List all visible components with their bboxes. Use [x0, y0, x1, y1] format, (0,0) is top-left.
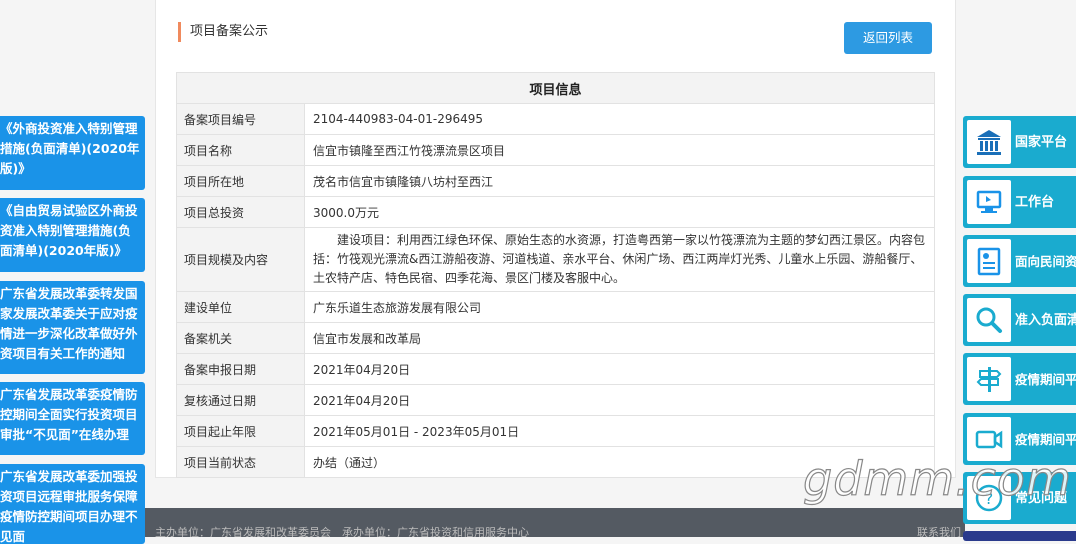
back-to-list-button[interactable]: 返回列表 — [844, 22, 932, 54]
row-label: 项目当前状态 — [176, 446, 305, 478]
right-nav-label: 准入负面清单查询 — [1015, 312, 1076, 328]
watermark: gdmm.com — [802, 451, 1072, 506]
right-nav-operation-guide[interactable]: 疫情期间平台操作指南 — [963, 353, 1076, 405]
signpost-icon — [967, 357, 1011, 401]
row-value: 2021年04月20日 — [304, 353, 935, 385]
table-row: 项目起止年限 2021年05月01日 - 2023年05月01日 — [176, 415, 935, 447]
table-row: 备案项目编号 2104-440983-04-01-296495 — [176, 103, 935, 135]
table-row: 项目所在地 茂名市信宜市镇隆镇八坊村至西江 — [176, 165, 935, 197]
row-value: 2021年04月20日 — [304, 384, 935, 416]
right-nav-more[interactable] — [963, 531, 1076, 541]
row-label: 建设单位 — [176, 291, 305, 323]
footer-links[interactable]: 主办单位：广东省发展和改革委员会 承办单位：广东省投资和信用服务中心 — [155, 526, 529, 537]
row-value: 2021年05月01日 - 2023年05月01日 — [304, 415, 935, 447]
contact-us-link[interactable]: 联系我们 — [917, 508, 961, 537]
right-nav-negative-list-query[interactable]: 准入负面清单查询 — [963, 294, 1076, 346]
row-label: 项目所在地 — [176, 165, 305, 197]
table-row: 项目名称 信宜市镇隆至西江竹筏漂流景区项目 — [176, 134, 935, 166]
magnifier-icon — [967, 298, 1011, 342]
table-row: 项目规模及内容 建设项目：利用西江绿色环保、原始生态的水资源，打造粤西第一家以竹… — [176, 227, 935, 292]
footer: 主办单位：广东省发展和改革委员会 承办单位：广东省投资和信用服务中心 联系我们 — [145, 508, 965, 537]
row-value: 广东乐道生态旅游发展有限公司 — [304, 291, 935, 323]
row-value: 茂名市信宜市镇隆镇八坊村至西江 — [304, 165, 935, 197]
row-value: 3000.0万元 — [304, 196, 935, 228]
right-nav-label: 工作台 — [1015, 194, 1055, 210]
row-label: 项目起止年限 — [176, 415, 305, 447]
row-value: 信宜市发展和改革局 — [304, 322, 935, 354]
left-link-epidemic-reform-notice[interactable]: 广东省发展改革委转发国家发展改革委关于应对疫情进一步深化改革做好外资项目有关工作… — [0, 281, 145, 374]
row-value: 建设项目：利用西江绿色环保、原始生态的水资源，打造粤西第一家以竹筏漂流为主题的梦… — [304, 227, 935, 292]
row-label: 备案申报日期 — [176, 353, 305, 385]
project-detail-panel: 项目备案公示 返回列表 项目信息 备案项目编号 2104-440983-04-0… — [155, 0, 956, 478]
computer-icon — [967, 180, 1011, 224]
right-nav-private-capital-projects[interactable]: 面向民间资本推介项目 — [963, 235, 1076, 287]
table-row: 备案机关 信宜市发展和改革局 — [176, 322, 935, 354]
row-label: 项目总投资 — [176, 196, 305, 228]
row-label: 项目规模及内容 — [176, 227, 305, 292]
table-row: 备案申报日期 2021年04月20日 — [176, 353, 935, 385]
right-nav-label: 疫情期间平台操作指南 — [1015, 371, 1076, 387]
right-nav-national-platform[interactable]: 国家平台 — [963, 116, 1076, 168]
right-nav-workbench[interactable]: 工作台 — [963, 176, 1076, 228]
page-title: 项目备案公示 — [178, 22, 268, 42]
project-info-table: 项目信息 备案项目编号 2104-440983-04-01-296495 项目名… — [176, 72, 935, 478]
table-row: 复核通过日期 2021年04月20日 — [176, 384, 935, 416]
left-link-foreign-investment-negative-list[interactable]: 《外商投资准入特别管理措施(负面清单)(2020年版)》 — [0, 116, 145, 190]
table-header: 项目信息 — [176, 72, 935, 104]
government-building-icon — [967, 120, 1011, 164]
left-link-online-approval[interactable]: 广东省发展改革委疫情防控期间全面实行投资项目审批“不见面”在线办理 — [0, 382, 145, 455]
row-value: 信宜市镇隆至西江竹筏漂流景区项目 — [304, 134, 935, 166]
table-row: 项目总投资 3000.0万元 — [176, 196, 935, 228]
row-value: 2104-440983-04-01-296495 — [304, 103, 935, 135]
row-label: 复核通过日期 — [176, 384, 305, 416]
row-label: 备案项目编号 — [176, 103, 305, 135]
left-link-ftz-negative-list[interactable]: 《自由贸易试验区外商投资准入特别管理措施(负面清单)(2020年版)》 — [0, 198, 145, 272]
table-row: 建设单位 广东乐道生态旅游发展有限公司 — [176, 291, 935, 323]
right-nav-label: 国家平台 — [1015, 134, 1068, 150]
row-label: 备案机关 — [176, 322, 305, 354]
document-icon — [967, 239, 1011, 283]
project-scope-text: 建设项目：利用西江绿色环保、原始生态的水资源，打造粤西第一家以竹筏漂流为主题的梦… — [313, 233, 926, 285]
right-nav-label: 面向民间资本推介项目 — [1015, 253, 1076, 269]
left-link-remote-approval[interactable]: 广东省发展改革委加强投资项目远程审批服务保障疫情防控期间项目办理不见面 — [0, 464, 145, 544]
row-label: 项目名称 — [176, 134, 305, 166]
